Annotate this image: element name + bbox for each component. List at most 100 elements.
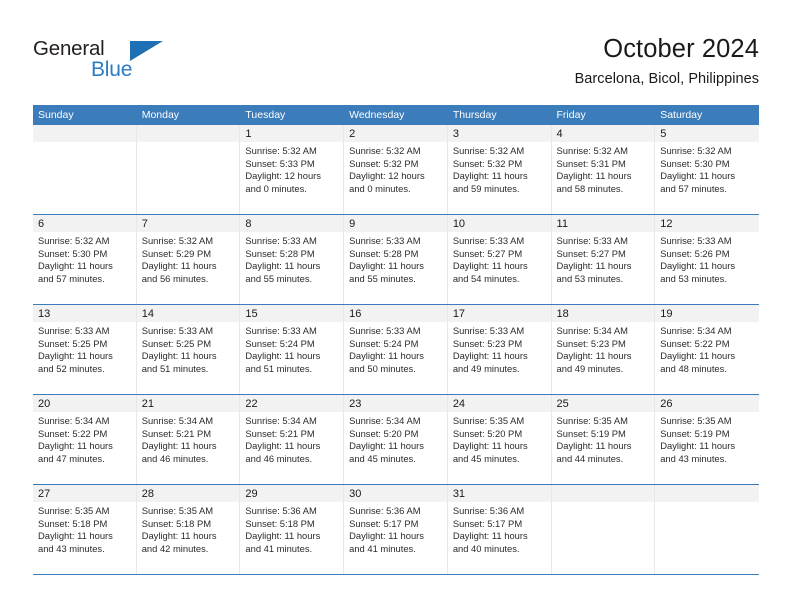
daylight-duration-line2: and 57 minutes. — [660, 182, 727, 194]
day-number-strip: 30 — [344, 485, 447, 502]
daylight-duration-line2: and 44 minutes. — [556, 452, 624, 464]
day-number-strip: 31 — [447, 485, 551, 502]
sunset-time: Sunset: 5:17 PM — [452, 517, 523, 529]
daylight-duration-line1: Daylight: 11 hours — [660, 440, 736, 452]
calendar-day-cell[interactable]: 16 Sunrise: 5:33 AM Sunset: 5:24 PM Dayligh… — [344, 305, 448, 394]
calendar-day-cell[interactable]: 14 Sunrise: 5:33 AM Sunset: 5:25 PM Dayligh… — [136, 305, 241, 394]
day-number: 3 — [452, 128, 459, 140]
calendar-day-cell[interactable]: 5 Sunrise: 5:32 AM Sunset: 5:30 PM Daylight… — [655, 125, 759, 214]
daylight-duration-line2: and 47 minutes. — [38, 452, 105, 464]
daylight-duration-line2: and 50 minutes. — [349, 362, 416, 374]
calendar-day-cell[interactable]: 25 Sunrise: 5:35 AM Sunset: 5:19 PM Dayligh… — [551, 395, 656, 484]
day-number: 29 — [245, 488, 258, 500]
calendar-day-cell[interactable]: 9 Sunrise: 5:33 AM Sunset: 5:28 PM Daylight… — [344, 215, 448, 304]
calendar-day-cell[interactable]: 12 Sunrise: 5:33 AM Sunset: 5:26 PM Dayligh… — [655, 215, 759, 304]
sunrise-time: Sunrise: 5:34 AM — [245, 415, 317, 426]
day-number-strip: 2 — [344, 125, 447, 142]
sunrise-time: Sunrise: 5:34 AM — [38, 415, 110, 426]
daylight-duration-line1: Daylight: 11 hours — [660, 170, 736, 182]
day-detail-body — [552, 502, 655, 505]
calendar-day-cell[interactable]: 29 Sunrise: 5:36 AM Sunset: 5:18 PM Dayligh… — [240, 485, 345, 574]
day-number: 26 — [660, 398, 673, 410]
day-number-strip — [551, 485, 655, 502]
daylight-duration-line1: Daylight: 11 hours — [38, 350, 113, 362]
sunset-time: Sunset: 5:22 PM — [660, 337, 730, 349]
day-number-strip: 6 — [33, 215, 136, 232]
calendar-day-cell[interactable]: 8 Sunrise: 5:33 AM Sunset: 5:28 PM Daylight… — [240, 215, 345, 304]
day-detail-body: Sunrise: 5:34 AM Sunset: 5:21 PM Daylight:… — [240, 412, 343, 465]
sunset-time: Sunset: 5:33 PM — [245, 157, 315, 169]
day-detail-body: Sunrise: 5:33 AM Sunset: 5:25 PM Daylight:… — [137, 322, 240, 375]
daylight-duration-line1: Daylight: 11 hours — [38, 440, 113, 452]
page-title: October 2024 — [603, 35, 759, 63]
day-number-strip: 29 — [240, 485, 344, 502]
daylight-duration-line1: Daylight: 11 hours — [245, 440, 321, 452]
day-number: 30 — [349, 488, 362, 500]
calendar-day-cell[interactable]: 26 Sunrise: 5:35 AM Sunset: 5:19 PM Dayligh… — [655, 395, 759, 484]
sunrise-time: Sunrise: 5:32 AM — [141, 235, 214, 246]
day-number-strip — [33, 125, 136, 142]
calendar-day-cell[interactable]: 4 Sunrise: 5:32 AM Sunset: 5:31 PM Daylight… — [551, 125, 656, 214]
daylight-duration-line2: and 52 minutes. — [38, 362, 105, 374]
day-number: 28 — [141, 488, 154, 500]
day-detail-body: Sunrise: 5:35 AM Sunset: 5:20 PM Daylight:… — [448, 412, 551, 465]
calendar-day-cell[interactable]: 17 Sunrise: 5:33 AM Sunset: 5:23 PM Dayligh… — [447, 305, 552, 394]
daylight-duration-line1: Daylight: 12 hours — [349, 170, 425, 182]
day-detail-body: Sunrise: 5:34 AM Sunset: 5:20 PM Daylight:… — [344, 412, 447, 465]
calendar-day-cell[interactable]: 3 Sunrise: 5:32 AM Sunset: 5:32 PM Daylight… — [447, 125, 552, 214]
triangle-icon — [130, 41, 163, 61]
day-number: 2 — [349, 128, 356, 140]
day-number-strip: 8 — [240, 215, 344, 232]
daylight-duration-line2: and 41 minutes. — [245, 542, 313, 554]
calendar-day-cell[interactable]: 6 Sunrise: 5:32 AM Sunset: 5:30 PM Daylight… — [33, 215, 137, 304]
day-number: 8 — [245, 218, 252, 230]
day-detail-body: Sunrise: 5:36 AM Sunset: 5:17 PM Daylight:… — [448, 502, 551, 555]
sunrise-time: Sunrise: 5:33 AM — [660, 235, 732, 246]
calendar-day-cell[interactable]: 22 Sunrise: 5:34 AM Sunset: 5:21 PM Dayligh… — [240, 395, 345, 484]
sunset-time: Sunset: 5:21 PM — [141, 427, 212, 439]
calendar-day-cell[interactable]: 28 Sunrise: 5:35 AM Sunset: 5:18 PM Dayligh… — [136, 485, 241, 574]
calendar-day-cell[interactable]: 2 Sunrise: 5:32 AM Sunset: 5:32 PM Daylight… — [344, 125, 448, 214]
calendar-day-cell[interactable]: 21 Sunrise: 5:34 AM Sunset: 5:21 PM Dayligh… — [136, 395, 241, 484]
sunrise-time: Sunrise: 5:35 AM — [141, 505, 214, 516]
sunrise-time: Sunrise: 5:33 AM — [556, 235, 628, 246]
calendar-page: General Blue October 2024 Barcelona, Bic… — [0, 0, 792, 612]
calendar-day-cell[interactable]: 11 Sunrise: 5:33 AM Sunset: 5:27 PM Dayligh… — [551, 215, 656, 304]
daylight-duration-line2: and 54 minutes. — [452, 272, 520, 284]
sunset-time: Sunset: 5:17 PM — [349, 517, 419, 529]
daylight-duration-line2: and 55 minutes. — [349, 272, 416, 284]
day-detail-body: Sunrise: 5:33 AM Sunset: 5:27 PM Daylight:… — [552, 232, 655, 285]
calendar-day-cell[interactable]: 20 Sunrise: 5:34 AM Sunset: 5:22 PM Dayligh… — [33, 395, 137, 484]
calendar-day-cell[interactable]: 24 Sunrise: 5:35 AM Sunset: 5:20 PM Dayligh… — [447, 395, 552, 484]
sunset-time: Sunset: 5:23 PM — [452, 337, 523, 349]
page-subtitle: Barcelona, Bicol, Philippines — [574, 71, 759, 87]
sunrise-time: Sunrise: 5:32 AM — [556, 145, 628, 156]
calendar-day-cell[interactable]: 15 Sunrise: 5:33 AM Sunset: 5:24 PM Dayligh… — [240, 305, 345, 394]
calendar-day-cell[interactable]: 13 Sunrise: 5:33 AM Sunset: 5:25 PM Dayligh… — [33, 305, 137, 394]
calendar-day-cell[interactable]: 27 Sunrise: 5:35 AM Sunset: 5:18 PM Dayligh… — [33, 485, 137, 574]
general-blue-logo[interactable]: General Blue — [33, 37, 193, 89]
calendar-day-cell[interactable]: 23 Sunrise: 5:34 AM Sunset: 5:20 PM Dayligh… — [344, 395, 448, 484]
sunrise-time: Sunrise: 5:33 AM — [349, 235, 421, 246]
day-number-strip: 5 — [655, 125, 759, 142]
calendar-day-cell[interactable]: 18 Sunrise: 5:34 AM Sunset: 5:23 PM Dayligh… — [551, 305, 656, 394]
sunrise-time: Sunrise: 5:34 AM — [660, 325, 732, 336]
day-number: 27 — [38, 488, 51, 500]
weekday-header-sunday: Sunday — [38, 109, 74, 121]
calendar-day-cell[interactable]: 30 Sunrise: 5:36 AM Sunset: 5:17 PM Dayligh… — [344, 485, 448, 574]
day-detail-body: Sunrise: 5:35 AM Sunset: 5:19 PM Daylight:… — [552, 412, 655, 465]
sunset-time: Sunset: 5:28 PM — [349, 247, 419, 259]
calendar-day-cell-empty — [655, 485, 759, 574]
calendar-day-cell[interactable]: 10 Sunrise: 5:33 AM Sunset: 5:27 PM Dayligh… — [447, 215, 552, 304]
calendar-day-cell[interactable]: 19 Sunrise: 5:34 AM Sunset: 5:22 PM Dayligh… — [655, 305, 759, 394]
calendar-day-cell[interactable]: 1 Sunrise: 5:32 AM Sunset: 5:33 PM Daylight… — [240, 125, 345, 214]
daylight-duration-line2: and 51 minutes. — [141, 362, 209, 374]
day-number: 6 — [38, 218, 45, 230]
daylight-duration-line2: and 51 minutes. — [245, 362, 313, 374]
day-number-strip: 7 — [136, 215, 240, 232]
calendar-day-cell[interactable]: 31 Sunrise: 5:36 AM Sunset: 5:17 PM Dayligh… — [447, 485, 552, 574]
day-number-strip: 14 — [136, 305, 240, 322]
daylight-duration-line2: and 43 minutes. — [38, 542, 105, 554]
day-number: 23 — [349, 398, 362, 410]
calendar-day-cell[interactable]: 7 Sunrise: 5:32 AM Sunset: 5:29 PM Daylight… — [136, 215, 241, 304]
